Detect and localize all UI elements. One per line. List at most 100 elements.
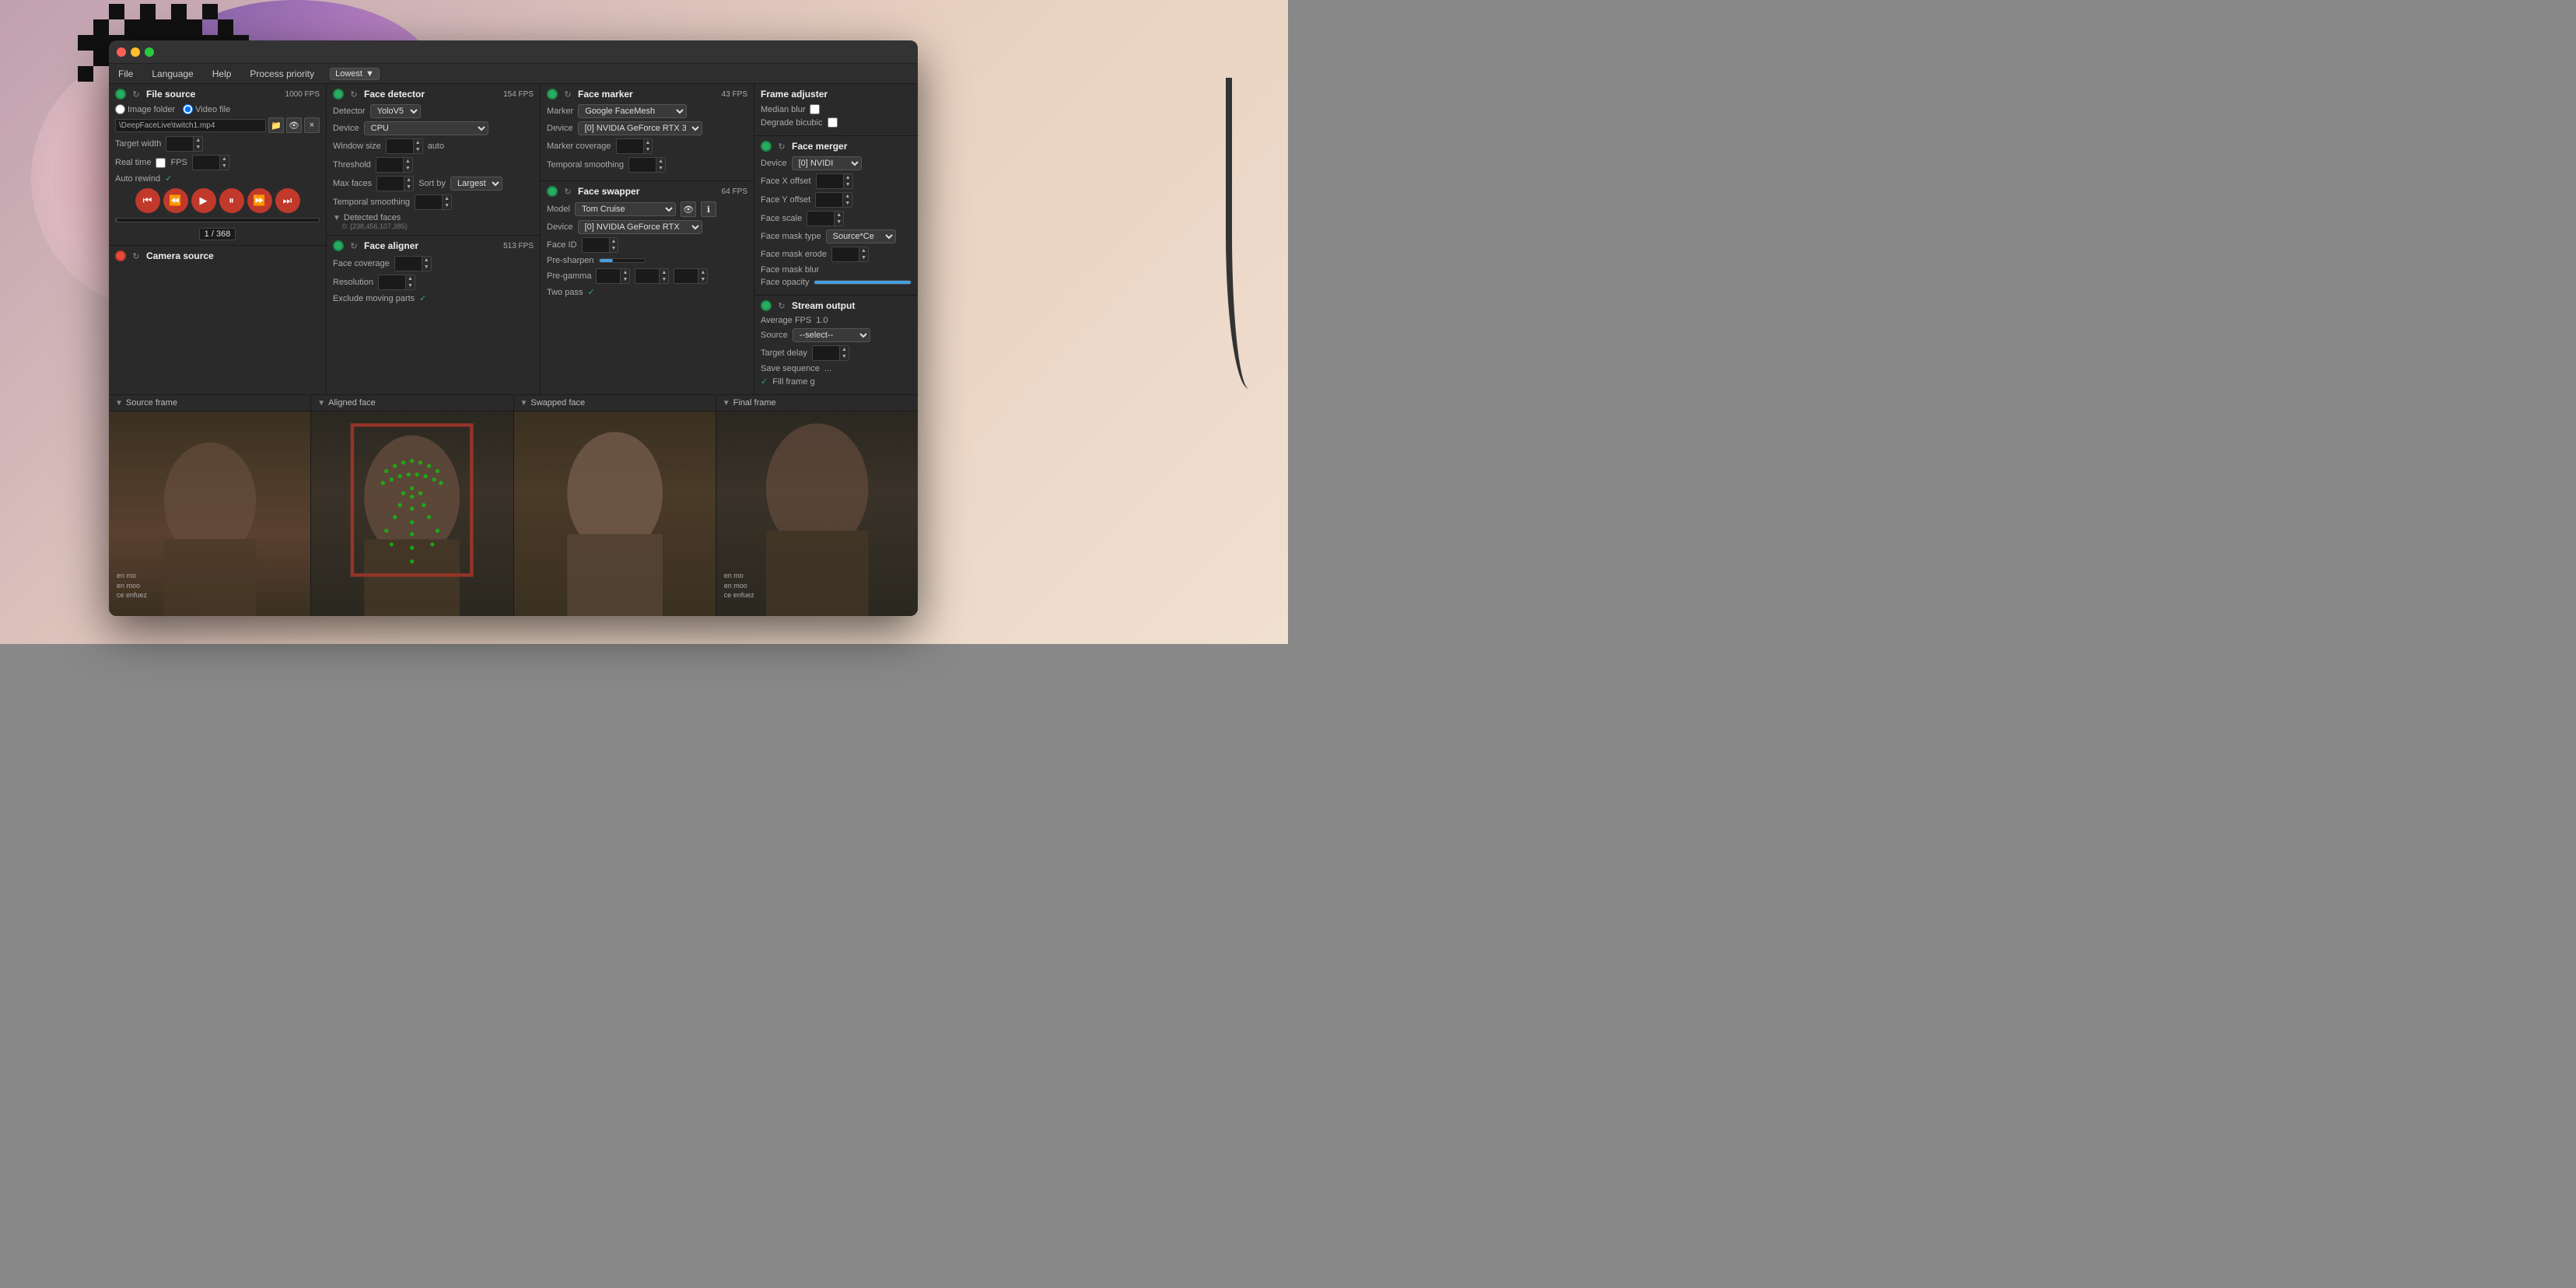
face-id-spinbox[interactable]: 0 ▲ ▼: [582, 237, 619, 253]
degrade-bicubic-checkbox[interactable]: [828, 117, 838, 128]
threshold-spinbox[interactable]: 0.50 ▲ ▼: [376, 157, 413, 173]
aligned-face-expand[interactable]: ▼: [317, 399, 325, 408]
pre-gamma-b-up[interactable]: ▲: [698, 269, 707, 276]
fps-down[interactable]: ▼: [219, 163, 229, 170]
face-scale-spinbox[interactable]: 1.00 ▲ ▼: [807, 211, 844, 226]
btn-play[interactable]: ▶: [191, 188, 216, 213]
file-source-refresh-btn[interactable]: ↻: [131, 89, 142, 100]
close-video-btn[interactable]: ×: [304, 117, 320, 133]
face-aligner-refresh-btn[interactable]: ↻: [348, 240, 359, 251]
swapped-face-expand[interactable]: ▼: [520, 399, 528, 408]
face-coverage-input[interactable]: 2.2: [395, 259, 422, 268]
sort-by-select[interactable]: Largest: [450, 177, 502, 191]
pre-gamma-b-spinbox[interactable]: 1.00 ▲ ▼: [674, 268, 708, 284]
face-scale-up[interactable]: ▲: [834, 212, 843, 219]
priority-dropdown[interactable]: Lowest ▼: [330, 68, 380, 80]
temporal-smoothing-down[interactable]: ▼: [442, 202, 451, 209]
menu-file[interactable]: File: [115, 67, 136, 81]
face-x-offset-input[interactable]: 0.000: [817, 177, 843, 186]
threshold-input[interactable]: 0.50: [376, 160, 403, 170]
pre-gamma-g-input[interactable]: 1.00: [635, 271, 659, 281]
marker-coverage-up[interactable]: ▲: [643, 139, 653, 146]
face-x-offset-up[interactable]: ▲: [843, 174, 852, 181]
target-width-spinbox[interactable]: AUTO ▲ ▼: [166, 136, 203, 152]
target-delay-input[interactable]: 500: [813, 348, 839, 358]
camera-source-power-btn[interactable]: [115, 250, 126, 261]
face-x-offset-down[interactable]: ▼: [843, 181, 852, 188]
face-scale-down[interactable]: ▼: [834, 219, 843, 226]
camera-source-refresh-btn[interactable]: ↻: [131, 250, 142, 261]
stream-output-power-btn[interactable]: [761, 300, 772, 311]
marker-temporal-smoothing-up[interactable]: ▲: [656, 158, 665, 165]
target-delay-up[interactable]: ▲: [839, 346, 849, 353]
max-faces-spinbox[interactable]: 1 ▲ ▼: [376, 176, 414, 191]
btn-next[interactable]: ⏩: [247, 188, 272, 213]
real-time-checkbox[interactable]: [156, 158, 166, 168]
file-source-power-btn[interactable]: [115, 89, 126, 100]
fps-spinbox[interactable]: AUTO ▲ ▼: [192, 155, 229, 170]
face-x-offset-spinbox[interactable]: 0.000 ▲ ▼: [816, 173, 853, 189]
maximize-button[interactable]: [145, 47, 154, 57]
model-info-btn[interactable]: ℹ: [701, 201, 716, 217]
face-mask-type-select[interactable]: Source*Ce: [826, 229, 896, 243]
menu-help[interactable]: Help: [209, 67, 235, 81]
menu-language[interactable]: Language: [149, 67, 196, 81]
face-aligner-power-btn[interactable]: [333, 240, 344, 251]
face-detector-power-btn[interactable]: [333, 89, 344, 100]
pre-gamma-g-spinbox[interactable]: 1.00 ▲ ▼: [635, 268, 669, 284]
pre-gamma-g-down[interactable]: ▼: [659, 276, 668, 283]
temporal-smoothing-up[interactable]: ▲: [442, 195, 451, 202]
target-delay-spinbox[interactable]: 500 ▲ ▼: [812, 345, 849, 361]
minimize-button[interactable]: [131, 47, 140, 57]
face-coverage-up[interactable]: ▲: [422, 257, 431, 264]
marker-select[interactable]: Google FaceMesh: [578, 104, 687, 118]
face-swapper-power-btn[interactable]: [547, 186, 558, 197]
temporal-smoothing-input[interactable]: 1: [415, 198, 442, 207]
image-folder-radio[interactable]: Image folder: [115, 104, 175, 114]
browse-folder-btn[interactable]: 📁: [268, 117, 284, 133]
auto-rewind-check[interactable]: ✓: [165, 173, 172, 184]
fill-frame-check[interactable]: ✓: [761, 376, 768, 387]
target-delay-down[interactable]: ▼: [839, 353, 849, 360]
resolution-spinbox[interactable]: 224 ▲ ▼: [378, 275, 415, 290]
max-faces-down[interactable]: ▼: [404, 184, 413, 191]
max-faces-up[interactable]: ▲: [404, 177, 413, 184]
btn-prev-skip[interactable]: ⏮: [135, 188, 160, 213]
marker-coverage-input[interactable]: 1,3: [617, 142, 643, 151]
face-y-offset-up[interactable]: ▲: [842, 193, 852, 200]
face-mask-erode-down[interactable]: ▼: [859, 254, 868, 261]
video-file-radio[interactable]: Video file: [183, 104, 230, 114]
marker-device-select[interactable]: [0] NVIDIA GeForce RTX 309: [578, 121, 702, 135]
face-scale-input[interactable]: 1.00: [807, 214, 834, 223]
pre-gamma-r-spinbox[interactable]: 1.00 ▲ ▼: [596, 268, 630, 284]
pre-gamma-r-down[interactable]: ▼: [620, 276, 629, 283]
face-mask-erode-input[interactable]: 5: [832, 250, 859, 259]
target-width-input[interactable]: AUTO: [166, 139, 193, 149]
face-merger-refresh-btn[interactable]: ↻: [776, 141, 787, 152]
detector-select[interactable]: YoloV5: [370, 104, 421, 118]
target-width-up[interactable]: ▲: [193, 137, 202, 144]
pre-gamma-b-input[interactable]: 1.00: [674, 271, 698, 281]
menu-process-priority[interactable]: Process priority: [247, 67, 317, 81]
pre-gamma-r-input[interactable]: 1.00: [597, 271, 620, 281]
face-mask-erode-spinbox[interactable]: 5 ▲ ▼: [831, 247, 869, 262]
window-size-input[interactable]: 128: [387, 142, 413, 151]
face-id-input[interactable]: 0: [583, 240, 609, 250]
pre-gamma-r-up[interactable]: ▲: [620, 269, 629, 276]
face-coverage-down[interactable]: ▼: [422, 264, 431, 271]
fps-input[interactable]: AUTO: [193, 158, 219, 167]
temporal-smoothing-spinbox[interactable]: 1 ▲ ▼: [415, 194, 452, 210]
face-marker-refresh-btn[interactable]: ↻: [562, 89, 573, 100]
btn-next-skip[interactable]: ⏭: [275, 188, 300, 213]
model-select[interactable]: Tom Cruise: [575, 202, 676, 216]
target-width-down[interactable]: ▼: [193, 144, 202, 151]
stream-output-refresh-btn[interactable]: ↻: [776, 300, 787, 311]
merger-device-select[interactable]: [0] NVIDI: [792, 156, 862, 170]
face-opacity-slider[interactable]: [814, 280, 912, 285]
source-frame-expand[interactable]: ▼: [115, 399, 123, 408]
marker-temporal-smoothing-spinbox[interactable]: 1 ▲ ▼: [628, 157, 666, 173]
resolution-input[interactable]: 224: [379, 278, 405, 287]
fps-up[interactable]: ▲: [219, 156, 229, 163]
face-merger-power-btn[interactable]: [761, 141, 772, 152]
two-pass-check[interactable]: ✓: [587, 287, 594, 297]
